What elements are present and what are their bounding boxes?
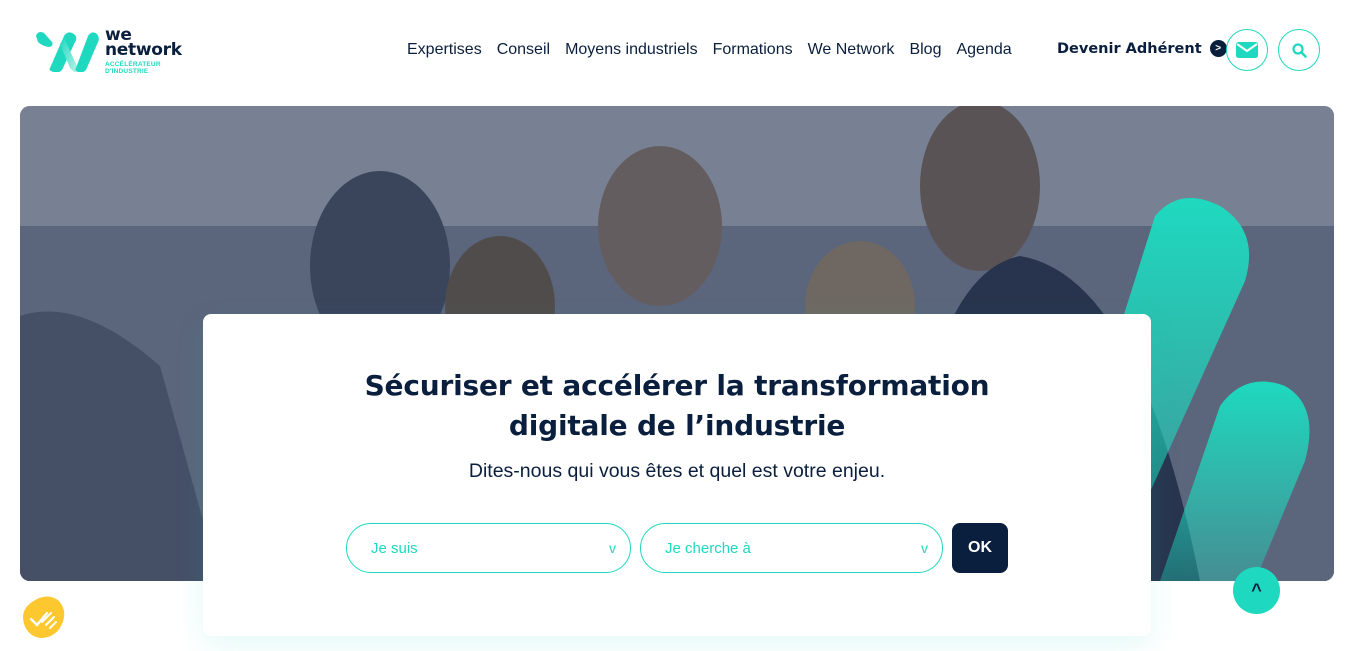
hero-title-line-2: digitale de l’industrie	[508, 409, 846, 442]
nav-item-moyens-industriels[interactable]: Moyens industriels	[565, 40, 698, 60]
devenir-adherent-label: Devenir Adhérent	[1057, 40, 1202, 57]
chevron-down-icon: v	[609, 540, 616, 556]
hero-title-line-1: Sécuriser et accélérer la transformation	[364, 369, 990, 402]
cookie-check-icon	[23, 596, 65, 638]
contact-mail-button[interactable]	[1226, 29, 1268, 71]
scroll-to-top-button[interactable]: ^	[1233, 567, 1280, 614]
je-suis-label: Je suis	[371, 539, 418, 557]
nav-item-formations[interactable]: Formations	[713, 40, 793, 60]
nav-item-agenda[interactable]: Agenda	[956, 40, 1011, 60]
nav-item-expertises[interactable]: Expertises	[407, 40, 482, 60]
site-header: we network ACCÉLÉRATEUR D'INDUSTRIE Expe…	[0, 0, 1366, 100]
search-icon	[1291, 42, 1307, 58]
nav-item-we-network[interactable]: We Network	[808, 40, 895, 60]
hero-subtitle: Dites-nous qui vous êtes et quel est vot…	[468, 460, 886, 482]
logo-word-network: network	[105, 40, 182, 60]
chevron-down-icon: v	[921, 540, 928, 556]
je-cherche-select[interactable]: Je cherche à v	[640, 523, 943, 573]
devenir-adherent-link[interactable]: Devenir Adhérent >	[1057, 40, 1227, 57]
arrow-right-icon: >	[1209, 40, 1227, 57]
ok-button[interactable]: OK	[952, 523, 1008, 573]
logo-text: we network ACCÉLÉRATEUR D'INDUSTRIE	[105, 27, 184, 76]
nav-item-blog[interactable]: Blog	[909, 40, 941, 60]
search-button[interactable]	[1278, 29, 1320, 71]
logo[interactable]: we network ACCÉLÉRATEUR D'INDUSTRIE	[34, 27, 184, 76]
hero-title: Sécuriser et accélérer la transformation…	[203, 366, 1151, 446]
je-cherche-label: Je cherche à	[665, 539, 751, 557]
logo-tagline: ACCÉLÉRATEUR D'INDUSTRIE	[105, 61, 161, 75]
logo-mark-icon	[36, 32, 99, 72]
nav-item-conseil[interactable]: Conseil	[497, 40, 550, 60]
search-card: Sécuriser et accélérer la transformation…	[203, 314, 1151, 636]
main-nav: Expertises Conseil Moyens industriels Fo…	[407, 40, 1027, 60]
cookie-consent-button[interactable]	[18, 594, 66, 640]
mail-icon	[1236, 42, 1258, 58]
je-suis-select[interactable]: Je suis v	[346, 523, 631, 573]
chevron-up-icon: ^	[1251, 580, 1262, 600]
